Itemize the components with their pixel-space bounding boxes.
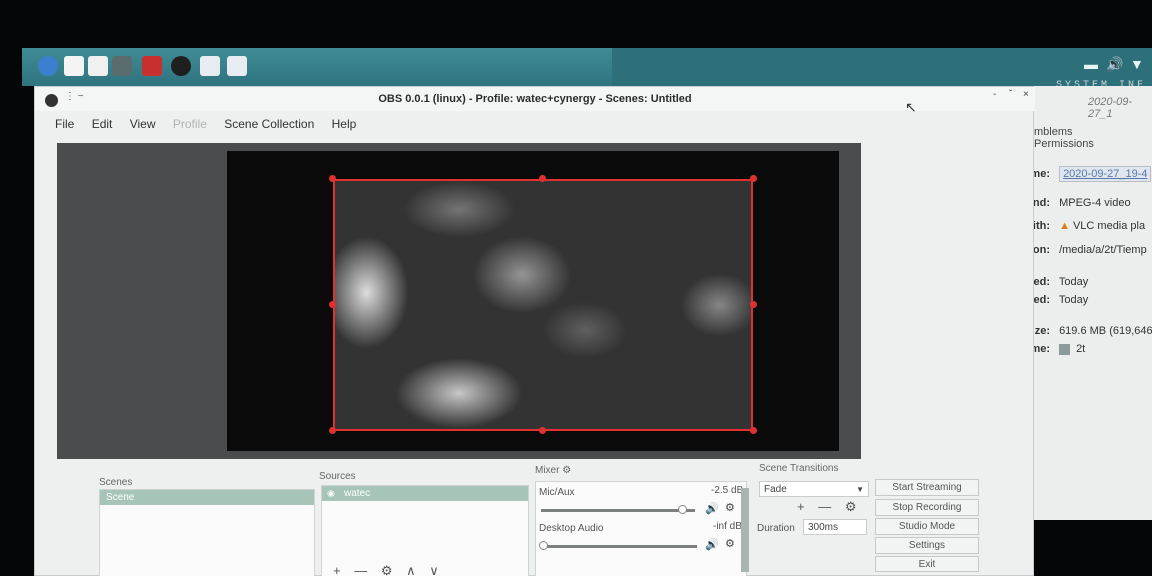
desktop-audio-volume-slider[interactable] xyxy=(541,545,697,548)
scene-item[interactable]: Scene xyxy=(100,490,314,505)
source-bounding-box[interactable] xyxy=(333,179,753,431)
volume-icon[interactable]: 🔊 xyxy=(1106,56,1123,73)
duration-input[interactable]: 300ms xyxy=(803,519,867,535)
source-item[interactable]: watec xyxy=(322,486,528,501)
preview-area[interactable] xyxy=(57,143,861,459)
mic-aux-speaker-icon[interactable]: 🔊 xyxy=(705,502,719,515)
duration-value: 300ms xyxy=(808,522,839,533)
modified-value: Today xyxy=(1058,276,1089,288)
mic-aux-gear-icon[interactable]: ⚙ xyxy=(725,501,735,514)
mic-aux-db: -2.5 dB xyxy=(711,485,744,496)
mixer-scrollbar[interactable] xyxy=(741,488,749,572)
desktop-audio-label: Desktop Audio xyxy=(539,523,604,534)
desktop-audio-db: -inf dB xyxy=(713,521,742,532)
window-title: OBS 0.0.1 (linux) - Profile: watec+cyner… xyxy=(378,93,692,105)
resize-handle[interactable] xyxy=(539,427,546,434)
network-icon[interactable]: ▼ xyxy=(1130,56,1144,72)
desktop-audio-speaker-icon[interactable]: 🔊 xyxy=(705,538,719,551)
terminal-icon[interactable] xyxy=(112,56,132,76)
desktop-audio-gear-icon[interactable]: ⚙ xyxy=(725,537,735,550)
chevron-down-icon: ▼ xyxy=(856,485,864,494)
minimize-all-icon[interactable]: ▬ xyxy=(1084,56,1098,72)
settings-button[interactable]: Settings xyxy=(875,537,979,554)
resize-handle[interactable] xyxy=(750,427,757,434)
add-transition-button[interactable]: + xyxy=(797,499,805,514)
maximize-button[interactable]: ˇ xyxy=(1009,89,1012,100)
obs-window: ⋮ − OBS 0.0.1 (linux) - Profile: watec+c… xyxy=(34,86,1035,576)
scenes-list[interactable]: Scene xyxy=(99,489,315,576)
source-properties-gear-icon[interactable]: ⚙ xyxy=(381,563,393,576)
file-manager-icon[interactable] xyxy=(64,56,84,76)
desktop-top-panel: ▬ 🔊 ▼ xyxy=(22,48,1152,86)
properties-date: 2020-09-27_1 xyxy=(1088,96,1133,120)
resize-handle[interactable] xyxy=(329,175,336,182)
sources-toolbar: + — ⚙ ∧ ∨ xyxy=(333,563,449,576)
mixer-title: Mixer ⚙ xyxy=(535,465,571,476)
add-source-button[interactable]: + xyxy=(333,563,341,576)
resize-handle[interactable] xyxy=(329,427,336,434)
properties-tabs: mblems Permissions xyxy=(1028,126,1152,150)
tab-permissions[interactable]: Permissions xyxy=(1028,138,1100,150)
menu-scene-collection[interactable]: Scene Collection xyxy=(224,117,314,131)
transition-select[interactable]: Fade ▼ xyxy=(759,481,869,497)
app-icon[interactable] xyxy=(142,56,162,76)
move-up-button[interactable]: ∧ xyxy=(406,563,416,576)
obs-icon[interactable] xyxy=(171,56,191,76)
resize-handle[interactable] xyxy=(329,301,336,308)
mixer-gear-icon[interactable]: ⚙ xyxy=(562,465,571,476)
folder-icon[interactable] xyxy=(200,56,220,76)
menu-edit[interactable]: Edit xyxy=(92,117,113,131)
scenes-title: Scenes xyxy=(99,477,133,488)
resize-handle[interactable] xyxy=(750,175,757,182)
scene-transitions-title: Scene Transitions xyxy=(759,463,839,474)
folder-icon[interactable] xyxy=(227,56,247,76)
menu-help[interactable]: Help xyxy=(332,117,357,131)
remove-source-button[interactable]: — xyxy=(354,563,367,576)
remove-transition-button[interactable]: — xyxy=(818,499,831,514)
stop-recording-button[interactable]: Stop Recording xyxy=(875,499,979,516)
preview-canvas[interactable] xyxy=(227,151,839,451)
resize-handle[interactable] xyxy=(750,301,757,308)
menu-view[interactable]: View xyxy=(130,117,156,131)
sources-title: Sources xyxy=(319,471,356,482)
menu-file[interactable]: File xyxy=(55,117,74,131)
exit-button[interactable]: Exit xyxy=(875,556,979,572)
mic-aux-volume-slider[interactable] xyxy=(541,509,695,512)
mic-aux-volume-knob[interactable] xyxy=(678,505,687,514)
size-value: 619.6 MB (619,646,81 xyxy=(1059,325,1152,337)
browser-icon[interactable] xyxy=(38,56,58,76)
vlc-icon: ▲ xyxy=(1059,220,1070,232)
text-editor-icon[interactable] xyxy=(88,56,108,76)
menu-profile[interactable]: Profile xyxy=(173,117,207,131)
desktop-audio-volume-knob[interactable] xyxy=(539,541,548,550)
transition-gear-icon[interactable]: ⚙ xyxy=(845,499,857,514)
duration-label: Duration xyxy=(757,523,795,534)
titlebar: ⋮ − OBS 0.0.1 (linux) - Profile: watec+c… xyxy=(35,87,1035,115)
menubar: File Edit View Profile Scene Collection … xyxy=(55,117,370,131)
open-with-value[interactable]: VLC media pla xyxy=(1073,220,1145,232)
mixer-title-label: Mixer xyxy=(535,465,560,476)
accessed-value: Today xyxy=(1058,294,1089,306)
drive-icon xyxy=(1059,343,1071,355)
tab-emblems[interactable]: mblems xyxy=(1028,126,1079,138)
mouse-cursor-icon: ↖ xyxy=(905,99,917,115)
start-streaming-button[interactable]: Start Streaming xyxy=(875,479,979,496)
minimize-button[interactable]: - xyxy=(993,89,996,100)
studio-mode-button[interactable]: Studio Mode xyxy=(875,518,979,535)
name-field[interactable]: 2020-09-27_19-4 xyxy=(1059,166,1152,182)
resize-handle[interactable] xyxy=(539,175,546,182)
eye-icon[interactable]: ◉ xyxy=(327,488,335,499)
move-down-button[interactable]: ∨ xyxy=(429,563,439,576)
close-button[interactable]: × xyxy=(1023,89,1029,100)
kind-value: MPEG-4 video xyxy=(1059,197,1131,209)
transition-selected: Fade xyxy=(764,484,787,495)
transitions-toolbar: + — ⚙ xyxy=(797,499,867,515)
volume-value: 2t xyxy=(1076,343,1086,355)
location-value: /media/a/2t/Tiemp xyxy=(1059,244,1147,256)
mic-aux-label: Mic/Aux xyxy=(539,487,575,498)
